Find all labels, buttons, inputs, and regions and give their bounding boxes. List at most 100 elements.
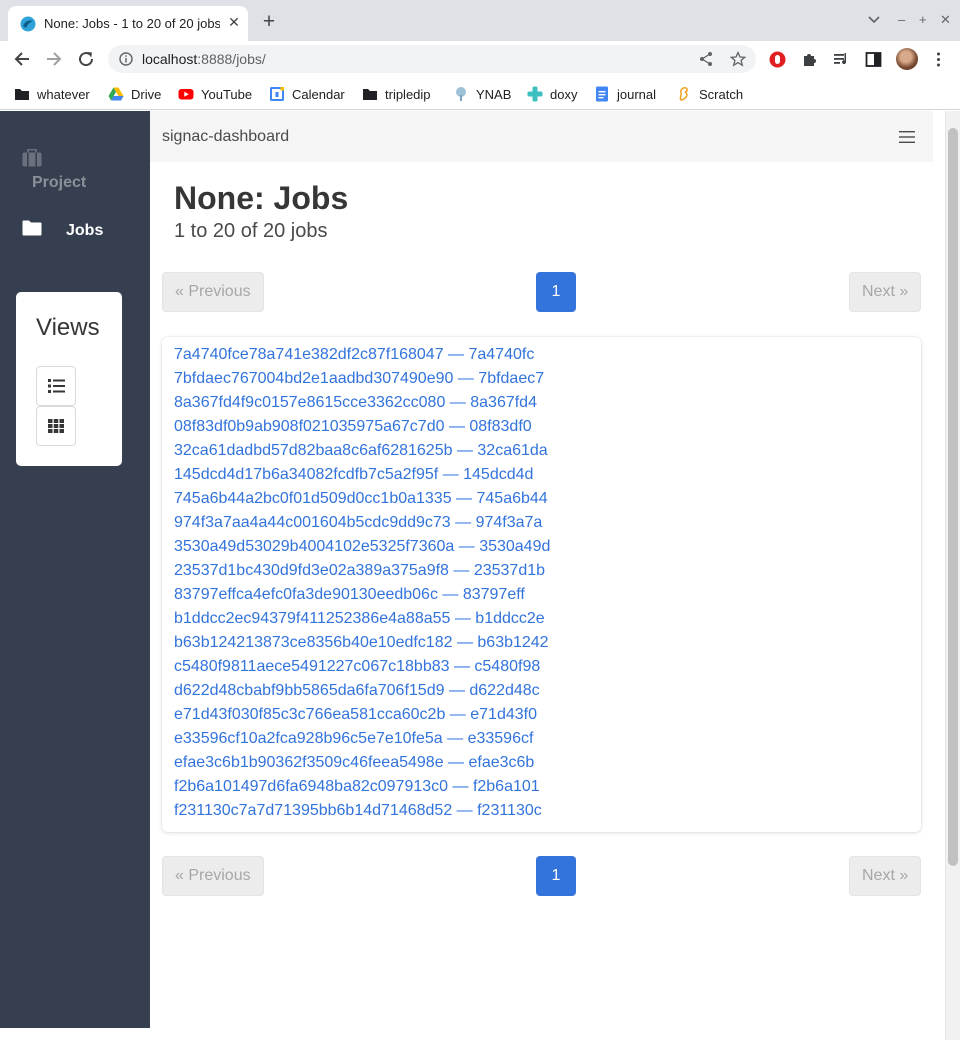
grid-icon [48,419,64,433]
google-calendar-icon [270,87,284,101]
reload-icon[interactable] [76,49,96,69]
list-item: 145dcd4d17b6a34082fcdfb7c5a2f95f — 145dc… [174,463,550,487]
bookmark-doxy[interactable]: doxy [527,85,577,103]
browser-toolbar: localhost:8888/jobs/ [0,41,960,77]
previous-page-button[interactable]: « Previous [162,272,264,312]
browser-tab[interactable]: None: Jobs - 1 to 20 of 20 jobs ✕ [8,6,248,41]
share-icon[interactable] [698,51,714,67]
extensions-puzzle-icon[interactable] [801,51,818,68]
bookmarks-bar: whatever Drive YouTube Calendar tripledi… [0,77,960,110]
job-link[interactable]: efae3c6b1b90362f3509c46feea5498e — efae3… [174,751,550,775]
address-bar[interactable]: localhost:8888/jobs/ [108,45,756,73]
list-item: 23537d1bc430d9fd3e02a389a375a9f8 — 23537… [174,559,550,583]
job-link[interactable]: 8a367fd4f9c0157e8615cce3362cc080 — 8a367… [174,391,550,415]
sidebar: Project Jobs Views [0,111,150,1028]
google-docs-icon [596,86,608,102]
folder-icon [363,89,377,100]
job-link[interactable]: 08f83df0b9ab908f021035975a67c7d0 — 08f83… [174,415,550,439]
bookmark-label: journal [617,86,657,102]
views-title: Views [36,314,100,341]
bookmark-label: tripledip [385,86,431,102]
bookmark-journal[interactable]: journal [594,85,656,103]
signac-favicon-icon [20,16,36,32]
job-link[interactable]: c5480f9811aece5491227c067c18bb83 — c5480… [174,655,550,679]
bookmark-label: Drive [131,86,162,102]
sidebar-item-label: Jobs [66,222,104,239]
scrollbar-thumb[interactable] [948,128,958,866]
bookmark-star-icon[interactable] [730,51,746,67]
bookmark-tripledip[interactable]: tripledip [362,85,431,103]
forward-icon[interactable] [44,49,64,69]
list-item: c5480f9811aece5491227c067c18bb83 — c5480… [174,655,550,679]
maximize-icon[interactable]: + [919,12,927,27]
tab-search-chevron-icon[interactable] [868,16,880,24]
job-link[interactable]: 7a4740fce78a741e382df2c87f168047 — 7a474… [174,343,550,367]
list-view-button[interactable] [36,366,76,406]
bookmark-drive[interactable]: Drive [108,85,161,103]
bookmark-whatever[interactable]: whatever [14,85,90,103]
job-link[interactable]: 23537d1bc430d9fd3e02a389a375a9f8 — 23537… [174,559,550,583]
next-page-button[interactable]: Next » [849,272,922,312]
browser-menu-icon[interactable] [930,51,947,68]
folder-icon [22,220,42,236]
list-item: 08f83df0b9ab908f021035975a67c7d0 — 08f83… [174,415,550,439]
folder-icon [15,89,29,100]
sidebar-item-jobs[interactable]: Jobs [0,217,150,243]
next-page-button[interactable]: Next » [849,856,922,896]
bookmark-scratch[interactable]: Scratch [676,85,743,103]
tab-title: None: Jobs - 1 to 20 of 20 jobs [44,16,220,31]
current-page-button[interactable]: 1 [536,856,576,896]
bookmark-ynab[interactable]: YNAB [453,85,511,103]
job-link[interactable]: 32ca61dadbd57d82baa8c6af6281625b — 32ca6… [174,439,550,463]
list-item: 83797effca4efc0fa3de90130eedb06c — 83797… [174,583,550,607]
google-drive-icon [108,87,124,101]
list-item: 7bfdaec767004bd2e1aadbd307490e90 — 7bfda… [174,367,550,391]
bookmark-label: whatever [37,86,90,102]
url-text: localhost:8888/jobs/ [142,51,266,67]
ublock-extension-icon[interactable] [769,51,786,68]
tab-close-icon[interactable]: ✕ [226,14,242,30]
list-item: e33596cf10a2fca928b96c5e7e10fe5a — e3359… [174,727,550,751]
profile-avatar[interactable] [896,48,918,70]
grid-view-button[interactable] [36,406,76,446]
bookmark-label: doxy [550,86,578,102]
job-link[interactable]: b1ddcc2ec94379f411252386e4a88a55 — b1ddc… [174,607,550,631]
page-subtitle: 1 to 20 of 20 jobs [174,220,328,242]
youtube-icon [178,89,194,100]
job-link[interactable]: 745a6b44a2bc0f01d509d0cc1b0a1335 — 745a6… [174,487,550,511]
job-link[interactable]: 3530a49d53029b4004102e5325f7360a — 3530a… [174,535,550,559]
bookmark-calendar[interactable]: Calendar [269,85,345,103]
job-link[interactable]: d622d48cbabf9bb5865da6fa706f15d9 — d622d… [174,679,550,703]
bookmark-label: YouTube [201,86,253,102]
sidebar-item-project[interactable]: Project [0,149,150,195]
job-link[interactable]: f2b6a101497d6fa6948ba82c097913c0 — f2b6a… [174,775,550,799]
job-link[interactable]: e71d43f030f85c3c766ea581cca60c2b — e71d4… [174,703,550,727]
list-item: 7a4740fce78a741e382df2c87f168047 — 7a474… [174,343,550,367]
previous-page-button[interactable]: « Previous [162,856,264,896]
job-link[interactable]: 145dcd4d17b6a34082fcdfb7c5a2f95f — 145dc… [174,463,550,487]
back-icon[interactable] [12,49,32,69]
list-item: b63b124213873ce8356b40e10edfc182 — b63b1… [174,631,550,655]
site-info-icon[interactable] [119,52,133,66]
url-path: :8888/jobs/ [197,51,266,67]
close-window-icon[interactable]: ✕ [940,12,951,28]
job-link[interactable]: b63b124213873ce8356b40e10edfc182 — b63b1… [174,631,550,655]
side-panel-icon[interactable] [865,51,882,68]
new-tab-icon[interactable]: + [258,11,280,33]
job-link[interactable]: 974f3a7aa4a44c001604b5cdc9dd9c73 — 974f3… [174,511,550,535]
page-scrollbar[interactable] [945,111,960,1040]
jobs-list-card: 7a4740fce78a741e382df2c87f168047 — 7a474… [162,337,921,832]
job-link[interactable]: f231130c7a7d71395bb6b14d71468d52 — f2311… [174,799,550,823]
job-link[interactable]: 83797effca4efc0fa3de90130eedb06c — 83797… [174,583,550,607]
ynab-tree-icon [456,87,466,101]
bookmark-youtube[interactable]: YouTube [178,85,252,103]
minimize-icon[interactable]: – [898,12,905,27]
media-playlist-icon[interactable] [833,51,850,68]
hamburger-icon[interactable] [899,131,915,143]
navbar-brand[interactable]: signac-dashboard [162,128,289,146]
current-page-button[interactable]: 1 [536,272,576,312]
job-link[interactable]: e33596cf10a2fca928b96c5e7e10fe5a — e3359… [174,727,550,751]
job-link[interactable]: 7bfdaec767004bd2e1aadbd307490e90 — 7bfda… [174,367,550,391]
list-icon [48,379,65,393]
list-item: 32ca61dadbd57d82baa8c6af6281625b — 32ca6… [174,439,550,463]
